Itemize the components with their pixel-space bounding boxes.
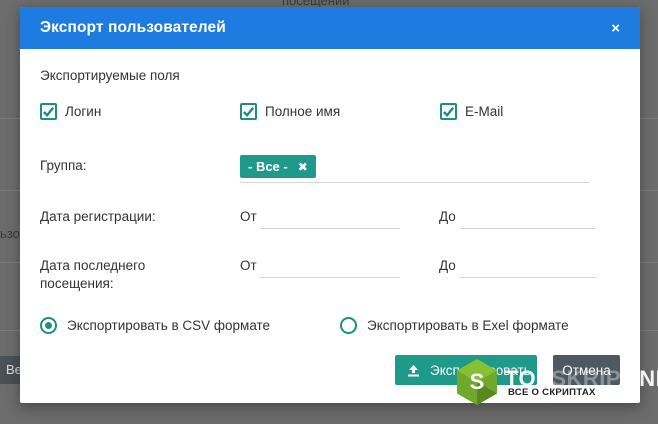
watermark-logo-icon: S: [457, 359, 497, 405]
background-button: Ве: [0, 356, 20, 384]
last-visit-date-label: Дата последнего посещения:: [40, 257, 145, 293]
radio-label: Экспортировать в Exel формате: [367, 318, 569, 333]
checkbox-login[interactable]: Логин: [40, 103, 101, 120]
radio-unselected-icon[interactable]: [340, 317, 357, 334]
fields-section-title: Экспортируемые поля: [40, 68, 180, 83]
watermark-subtitle: ВСЕ О СКРИПТАХ: [508, 387, 596, 398]
last-visit-from-input[interactable]: [260, 256, 400, 278]
modal-header: Экспорт пользователей ×: [20, 7, 640, 49]
radio-export-excel[interactable]: Экспортировать в Exel формате: [340, 317, 569, 334]
group-select[interactable]: - Все - ✖: [240, 153, 590, 183]
radio-selected-icon[interactable]: [40, 317, 57, 334]
checkbox-checked-icon[interactable]: [440, 103, 457, 120]
checkbox-label: Логин: [65, 104, 102, 119]
group-label: Группа:: [40, 158, 87, 173]
close-icon[interactable]: ×: [611, 21, 620, 36]
background-text: ьзо: [0, 226, 20, 241]
registration-from-input[interactable]: [260, 207, 400, 229]
checkbox-checked-icon[interactable]: [40, 103, 57, 120]
checkbox-checked-icon[interactable]: [240, 103, 257, 120]
modal-title: Экспорт пользователей: [40, 19, 226, 36]
last-visit-to-input[interactable]: [460, 256, 596, 278]
watermark: S TOPSKRIPT.NET ВСЕ О СКРИПТАХ: [455, 358, 658, 406]
watermark-logo-letter: S: [470, 369, 485, 394]
last-visit-label-line1: Дата последнего: [40, 258, 146, 273]
last-visit-to-label: До: [439, 258, 456, 273]
radio-export-csv[interactable]: Экспортировать в CSV формате: [40, 317, 270, 334]
last-visit-label-line2: посещения:: [40, 276, 114, 291]
registration-from-label: От: [240, 209, 257, 224]
registration-date-label: Дата регистрации:: [40, 209, 156, 224]
group-tag-label: - Все -: [248, 159, 288, 174]
radio-label: Экспортировать в CSV формате: [67, 318, 271, 333]
checkbox-label: E-Mail: [465, 104, 504, 119]
checkbox-label: Полное имя: [265, 104, 341, 119]
checkbox-email[interactable]: E-Mail: [440, 103, 503, 120]
group-tag: - Все - ✖: [240, 155, 316, 178]
export-users-modal: Экспорт пользователей × Экспортируемые п…: [20, 7, 640, 403]
remove-tag-icon[interactable]: ✖: [298, 160, 308, 174]
last-visit-from-label: От: [240, 258, 257, 273]
upload-icon: [407, 364, 420, 377]
registration-to-label: До: [439, 209, 456, 224]
registration-to-input[interactable]: [460, 207, 596, 229]
checkbox-full-name[interactable]: Полное имя: [240, 103, 340, 120]
